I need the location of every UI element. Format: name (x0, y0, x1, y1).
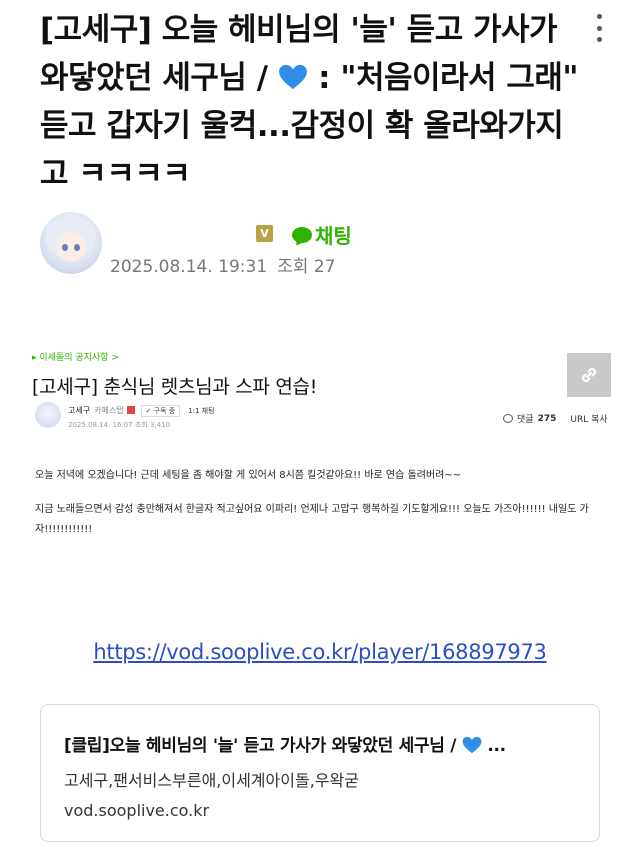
blue-heart-icon (278, 64, 307, 90)
card-title-suffix: ... (481, 736, 506, 756)
card-title-text: [클립]오늘 헤비님의 '늘' 듣고 가사가 와닿았던 세구님 / (64, 736, 462, 756)
embed-date: 2025.08.14. 16:07 (68, 421, 133, 429)
card-title: [클립]오늘 헤비님의 '늘' 듣고 가사가 와닿았던 세구님 / ... (64, 731, 506, 756)
notice-board-link[interactable]: ▸ 이세돌의 공지사항 > (32, 350, 119, 363)
kebab-menu-icon[interactable] (594, 14, 604, 42)
embed-avatar[interactable] (35, 402, 61, 428)
avatar[interactable] (40, 212, 102, 274)
chat-bubble-icon (292, 226, 312, 243)
link-preview-card[interactable]: [클립]오늘 헤비님의 '늘' 듣고 가사가 와닿았던 세구님 / ... 고세… (40, 704, 600, 842)
vod-link[interactable]: https://vod.sooplive.co.kr/player/168897… (0, 640, 640, 664)
author-badge: V (256, 225, 273, 242)
embed-author: 고세구 카페스탭 ✓ 구독 중 1:1 채팅 (68, 405, 215, 417)
author-row: V 채팅 2025.08.14. 19:31 조회 27 (40, 212, 600, 282)
one-to-one-chat-button[interactable]: 1:1 채팅 (188, 407, 214, 415)
chat-button[interactable]: 채팅 (292, 220, 352, 249)
card-description: 고세구,팬서비스부른애,이세계아이돌,우왁굳 (64, 771, 359, 790)
embed-tools: 댓글 275 URL 복사 (503, 412, 608, 425)
comment-label[interactable]: 댓글 (517, 412, 534, 425)
comment-icon (503, 414, 513, 423)
embed-body-paragraph: 지금 노래들으면서 감성 충만해져서 한글자 적고싶어요 이파리! 언제나 고맙… (35, 504, 589, 535)
embed-body-paragraph: 오늘 저녁에 오겠습니다! 근데 세팅을 좀 해야할 게 있어서 8시쯤 킬것같… (35, 470, 462, 481)
embed-author-level: 카페스탭 (94, 406, 124, 415)
post-meta: 2025.08.14. 19:31 조회 27 (110, 252, 335, 277)
post-views: 조회 27 (277, 257, 336, 277)
post-date: 2025.08.14. 19:31 (110, 257, 268, 277)
staff-badge-icon (126, 406, 135, 414)
embed-title: [고세구] 춘식님 렛츠님과 스파 연습! (32, 376, 318, 398)
embed-meta: 2025.08.14. 16:07 조회 3,410 (68, 420, 170, 430)
blue-heart-icon (462, 736, 482, 754)
comment-count: 275 (537, 413, 557, 424)
embed-body: 오늘 저녁에 오겠습니다! 근데 세팅을 좀 해야할 게 있어서 8시쯤 킬것같… (35, 466, 610, 554)
post-title: [고세구] 오늘 헤비님의 '늘' 듣고 가사가 와닿았던 세구님 / : "처… (40, 6, 580, 198)
embed-views: 조회 3,410 (134, 421, 171, 429)
url-copy-button[interactable]: URL 복사 (570, 412, 607, 425)
chat-label: 채팅 (315, 224, 352, 248)
subscribe-button[interactable]: ✓ 구독 중 (140, 405, 181, 417)
embed-author-name: 고세구 (68, 406, 91, 415)
link-share-icon[interactable] (567, 353, 611, 397)
embedded-post: ▸ 이세돌의 공지사항 > [고세구] 춘식님 렛츠님과 스파 연습! 고세구 카… (30, 348, 611, 573)
card-domain: vod.sooplive.co.kr (64, 801, 210, 820)
